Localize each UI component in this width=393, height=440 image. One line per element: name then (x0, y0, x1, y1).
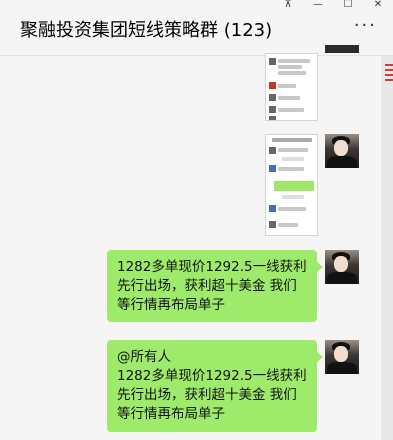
thumb-icon (269, 116, 276, 120)
thumb-icon (269, 147, 276, 154)
thumb-icon (269, 58, 276, 65)
thumb-icon (269, 106, 276, 113)
message-bubble[interactable]: 1282多单现价1292.5一线获利 先行出场，获利超十美金 我们 等行情再布局… (107, 250, 323, 322)
side-panel-edge (381, 56, 393, 440)
thumb-icon (269, 205, 276, 212)
side-panel-mark (385, 64, 393, 82)
thumb-icon (269, 82, 276, 89)
image-message-1[interactable] (265, 53, 318, 121)
pin-icon[interactable]: ⊼ (281, 0, 295, 12)
window-controls: ⊼ — ☐ ✕ (281, 0, 385, 12)
avatar[interactable] (325, 340, 359, 374)
previous-image-edge (325, 45, 359, 53)
more-options-button[interactable]: ··· (354, 17, 377, 35)
image-message-2[interactable] (265, 134, 318, 236)
avatar[interactable] (325, 134, 359, 168)
minimize-icon[interactable]: — (311, 0, 325, 12)
thumb-icon (269, 165, 276, 172)
avatar[interactable] (325, 250, 359, 284)
thumb-icon (269, 221, 276, 228)
close-icon[interactable]: ✕ (371, 0, 385, 12)
chat-title: 聚融投资集团短线策略群 (123) (20, 20, 273, 41)
thumb-icon (269, 94, 276, 101)
message-bubble[interactable]: @所有人 1282多单现价1292.5一线获利 先行出场，获利超十美金 我们 等… (107, 340, 323, 432)
maximize-icon[interactable]: ☐ (341, 0, 355, 12)
